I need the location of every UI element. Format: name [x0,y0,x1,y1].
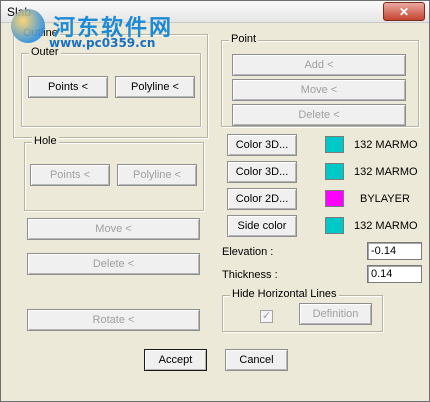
color-3d-button-1[interactable]: Color 3D... [227,134,297,156]
checkmark-icon: ✓ [261,310,272,322]
outline-points-button[interactable]: Points < [28,76,108,98]
hole-polyline-button[interactable]: Polyline < [117,164,197,186]
point-add-button[interactable]: Add < [232,54,406,76]
thickness-label: Thickness : [222,269,278,281]
color-3d-button-2[interactable]: Color 3D... [227,161,297,183]
dialog-body: Outline Outer Points < Polyline < Hole P… [3,24,427,400]
color-2d-button[interactable]: Color 2D... [227,188,297,210]
outer-group: Outer Points < Polyline < [21,46,201,127]
hole-group-label: Hole [32,135,59,147]
color-value-3: BYLAYER [360,193,410,205]
delete-button[interactable]: Delete < [27,253,200,275]
rotate-button[interactable]: Rotate < [27,309,200,331]
close-icon: ✕ [398,4,410,19]
elevation-label: Elevation : [222,246,274,258]
cancel-button[interactable]: Cancel [225,349,288,371]
watermark-url: www.pc0359.cn [49,36,156,50]
color-value-2: 132 MARMO [354,166,418,178]
hole-group: Hole Points < Polyline < [24,135,204,211]
elevation-input[interactable]: -0.14 [367,242,422,260]
point-group-label: Point [229,33,259,45]
definition-button[interactable]: Definition [299,303,372,325]
watermark-logo [11,9,45,43]
accept-button[interactable]: Accept [144,349,207,371]
slab-dialog: Slab ✕ Outline Outer Points < Polyline <… [0,0,430,402]
close-button[interactable]: ✕ [383,2,425,21]
thickness-input[interactable]: 0.14 [367,265,422,283]
color-value-1: 132 MARMO [354,139,418,151]
point-group: Point Add < Move < Delete < [221,33,419,127]
outline-polyline-button[interactable]: Polyline < [115,76,195,98]
hide-lines-group: Hide Horizontal Lines ✓ Definition [222,288,383,332]
color-swatch-4[interactable] [325,217,344,234]
color-value-4: 132 MARMO [354,220,418,232]
color-swatch-2[interactable] [325,163,344,180]
color-swatch-1[interactable] [325,136,344,153]
point-delete-button[interactable]: Delete < [232,104,406,126]
hide-lines-label: Hide Horizontal Lines [230,288,339,300]
side-color-button[interactable]: Side color [227,215,297,237]
hide-lines-checkbox[interactable]: ✓ [260,310,273,323]
point-move-button[interactable]: Move < [232,79,406,101]
hole-points-button[interactable]: Points < [30,164,110,186]
move-button[interactable]: Move < [27,218,200,240]
color-swatch-3[interactable] [325,190,344,207]
